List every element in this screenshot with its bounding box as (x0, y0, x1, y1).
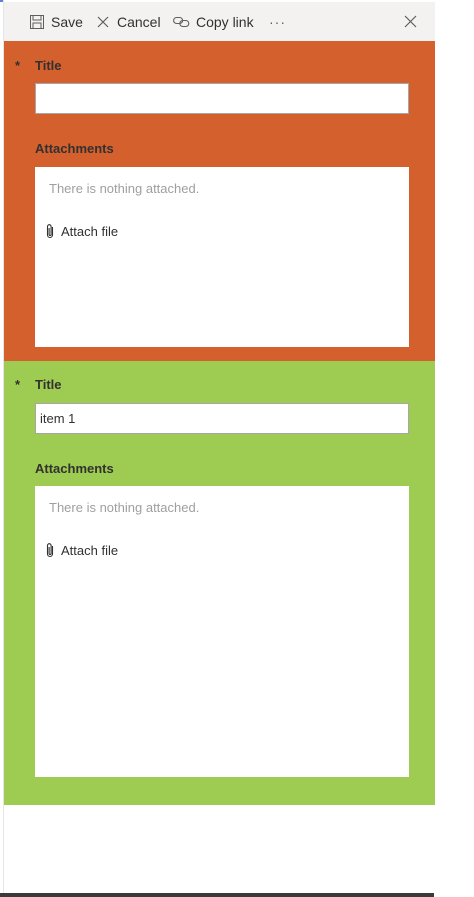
attachments-label: Attachments (35, 461, 114, 476)
close-button[interactable] (402, 2, 424, 41)
edit-form-panel: Save Cancel Copy link ··· * Title Attach… (3, 0, 435, 895)
save-icon (29, 14, 45, 30)
copy-link-label: Copy link (196, 13, 254, 30)
attach-file-label: Attach file (61, 223, 119, 239)
attachments-box: There is nothing attached. Attach file (35, 486, 409, 777)
save-button[interactable]: Save (29, 2, 83, 41)
more-options-button[interactable]: ··· (269, 2, 286, 41)
attachments-box: There is nothing attached. Attach file (35, 167, 409, 347)
link-icon (172, 14, 190, 30)
no-attachments-message: There is nothing attached. (49, 500, 200, 515)
required-marker: * (15, 377, 21, 392)
attach-file-button[interactable]: Attach file (45, 542, 118, 558)
cancel-button[interactable]: Cancel (95, 2, 161, 41)
cancel-label: Cancel (117, 13, 161, 30)
form-section-2: * Title item 1 Attachments There is noth… (4, 361, 435, 805)
close-icon (402, 14, 418, 30)
more-icon: ··· (269, 13, 286, 30)
title-input[interactable] (35, 83, 409, 114)
paperclip-icon (45, 223, 57, 239)
save-label: Save (51, 13, 83, 30)
bottom-border (0, 893, 434, 897)
copy-link-button[interactable]: Copy link (172, 2, 254, 41)
attach-file-button[interactable]: Attach file (45, 223, 118, 239)
command-bar: Save Cancel Copy link ··· (4, 2, 435, 41)
title-input[interactable]: item 1 (35, 403, 409, 434)
paperclip-icon (45, 542, 57, 558)
cancel-icon (95, 14, 111, 30)
form-section-1: * Title Attachments There is nothing att… (4, 41, 435, 361)
attachments-label: Attachments (35, 141, 114, 156)
no-attachments-message: There is nothing attached. (49, 181, 200, 196)
attach-file-label: Attach file (61, 542, 119, 558)
title-label: Title (35, 377, 62, 392)
title-label: Title (35, 58, 62, 73)
required-marker: * (15, 58, 21, 73)
